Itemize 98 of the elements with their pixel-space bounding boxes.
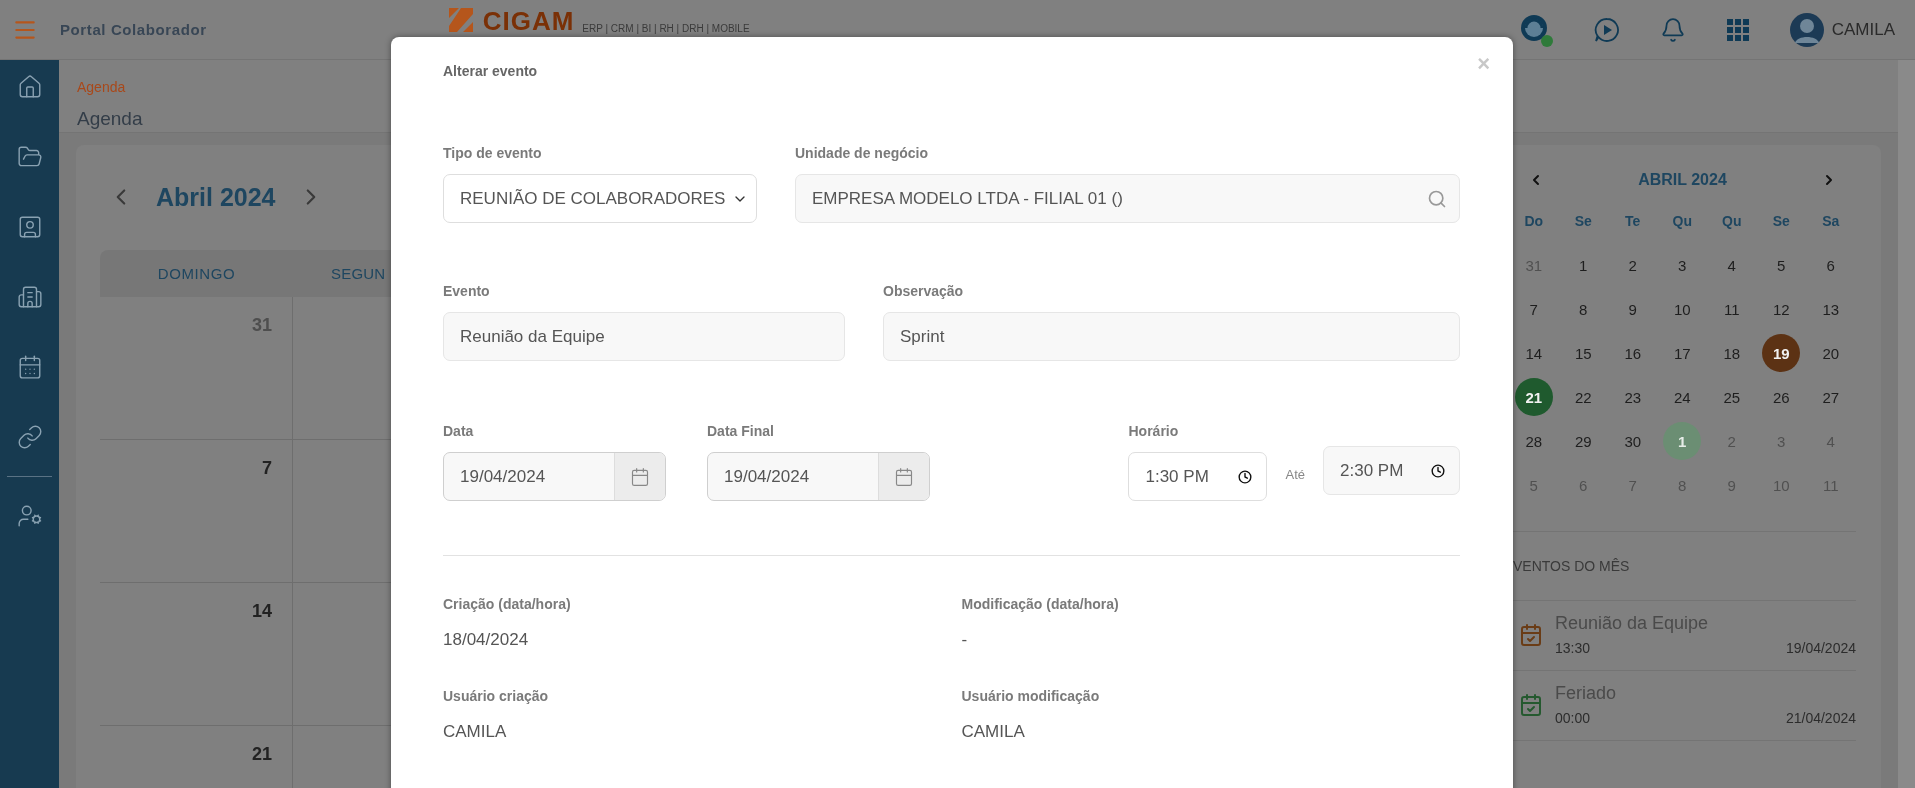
- field-value: CAMILA: [961, 722, 1026, 742]
- day-number[interactable]: 3: [1663, 246, 1702, 284]
- weekday-label: Qu: [1722, 213, 1742, 229]
- field-label: Unidade de negócio: [795, 145, 929, 161]
- day-number[interactable]: 12: [1762, 290, 1801, 328]
- bell-icon[interactable]: [1659, 16, 1686, 43]
- link-icon[interactable]: [16, 424, 43, 450]
- section-heading: VENTOS DO MÊS: [1512, 557, 1631, 576]
- weekday-label: Do: [1524, 213, 1544, 229]
- logo-subtitle: ERP | CRM | BI | RH | DRH | MOBILE: [582, 23, 750, 34]
- date-field[interactable]: 19/04/2024: [443, 452, 666, 501]
- field-label: Observação: [883, 283, 965, 299]
- day-number[interactable]: 4: [1712, 246, 1751, 284]
- field-label: Tipo de evento: [443, 145, 543, 161]
- event-time: 13:30: [1555, 640, 1591, 656]
- calendar-button[interactable]: [878, 453, 929, 500]
- calendar-icon[interactable]: [630, 466, 650, 487]
- clock-icon[interactable]: [1431, 463, 1445, 478]
- apps-grid-icon[interactable]: [1725, 17, 1750, 42]
- search-icon[interactable]: [1427, 188, 1447, 209]
- day-number[interactable]: 17: [1663, 334, 1702, 372]
- day-number[interactable]: 6: [1811, 246, 1850, 284]
- weekday-label: Se: [1574, 213, 1592, 229]
- page-title: Agenda: [77, 108, 144, 130]
- day-number[interactable]: 27: [1811, 378, 1850, 416]
- field-label: Data Final: [707, 423, 775, 439]
- highlighted-day[interactable]: 21: [1514, 378, 1553, 416]
- event-time: 00:00: [1555, 710, 1591, 726]
- day-number[interactable]: 11: [1712, 290, 1751, 328]
- weekday-label: Qu: [1672, 213, 1692, 229]
- field-value: 18/04/2024: [443, 630, 530, 650]
- clock-icon[interactable]: [1238, 469, 1253, 484]
- weekday-label: SEGUN: [331, 265, 386, 282]
- day-number: 14: [251, 601, 272, 622]
- calendar-cell[interactable]: 21: [100, 726, 293, 788]
- field-label: Usuário criação: [443, 688, 550, 704]
- field-label: Horário: [1128, 423, 1180, 439]
- day-number[interactable]: 10: [1663, 290, 1702, 328]
- day-number[interactable]: 1: [1564, 246, 1603, 284]
- mini-month-title: ABRIL 2024: [1638, 171, 1727, 189]
- modal-title: Alterar evento: [443, 63, 538, 79]
- business-unit-field[interactable]: EMPRESA MODELO LTDA - FILIAL 01 (): [795, 174, 1460, 223]
- to-label: Até: [1285, 467, 1305, 482]
- calendar-icon[interactable]: [894, 466, 914, 487]
- logo: CIGAM: [482, 8, 575, 34]
- day-number[interactable]: 23: [1613, 378, 1652, 416]
- app-title: Portal Colaborador: [60, 21, 207, 38]
- field-value: -: [961, 630, 969, 650]
- day-number[interactable]: 30: [1613, 422, 1652, 460]
- day-number[interactable]: 9: [1613, 290, 1652, 328]
- highlighted-day[interactable]: 19: [1762, 334, 1801, 372]
- building-icon[interactable]: [16, 284, 43, 310]
- weekday-label: Se: [1772, 213, 1790, 229]
- month-title: Abril 2024: [156, 182, 276, 212]
- highlighted-day[interactable]: 1: [1663, 422, 1702, 460]
- date-field[interactable]: 19/04/2024: [707, 452, 930, 501]
- day-number[interactable]: 24: [1663, 378, 1702, 416]
- day-number[interactable]: 25: [1712, 378, 1751, 416]
- event-type-select[interactable]: REUNIÃO DE COLABORADORES: [443, 174, 757, 223]
- day-number[interactable]: 7: [1514, 290, 1553, 328]
- field-label: Evento: [443, 283, 491, 299]
- day-number[interactable]: 20: [1811, 334, 1850, 372]
- day-number[interactable]: 13: [1811, 290, 1850, 328]
- day-number[interactable]: 22: [1564, 378, 1603, 416]
- day-number[interactable]: 15: [1564, 334, 1603, 372]
- day-number[interactable]: 14: [1514, 334, 1553, 372]
- time-field[interactable]: 2:30 PM: [1323, 446, 1460, 495]
- day-number[interactable]: 18: [1712, 334, 1751, 372]
- day-number[interactable]: 2: [1613, 246, 1652, 284]
- weekday-label: Sa: [1822, 213, 1840, 229]
- logo-mark-icon: [446, 6, 475, 34]
- time-field[interactable]: 1:30 PM: [1128, 452, 1268, 501]
- calendar-button[interactable]: [614, 453, 665, 500]
- field-label: Data: [443, 423, 475, 439]
- day-number[interactable]: 29: [1564, 422, 1603, 460]
- day-number[interactable]: 8: [1564, 290, 1603, 328]
- field-value: CAMILA: [443, 722, 508, 742]
- day-number: 21: [251, 744, 272, 765]
- field-label: Usuário modificação: [961, 688, 1101, 704]
- event-date: 19/04/2024: [1785, 640, 1856, 656]
- user-name[interactable]: CAMILA: [1831, 19, 1895, 40]
- day-number: 7: [262, 458, 272, 479]
- day-number[interactable]: 26: [1762, 378, 1801, 416]
- event-field[interactable]: Reunião da Equipe: [443, 312, 845, 361]
- user-settings-icon[interactable]: [16, 503, 43, 529]
- field-label: Modificação (data/hora): [961, 596, 1120, 612]
- field-label: Criação (data/hora): [443, 596, 572, 612]
- day-number[interactable]: 5: [1762, 246, 1801, 284]
- event-date: 21/04/2024: [1785, 710, 1856, 726]
- calendar-cell[interactable]: 7: [100, 440, 293, 583]
- play-bubble-icon[interactable]: [1593, 16, 1620, 43]
- weekday-label: DOMINGO: [157, 265, 236, 282]
- day-number[interactable]: 16: [1613, 334, 1652, 372]
- day-number[interactable]: 28: [1514, 422, 1553, 460]
- calendar-cell[interactable]: 14: [100, 583, 293, 726]
- avatar-icon[interactable]: [1789, 12, 1824, 47]
- note-field[interactable]: Sprint: [883, 312, 1460, 361]
- weekday-label: Te: [1625, 213, 1641, 229]
